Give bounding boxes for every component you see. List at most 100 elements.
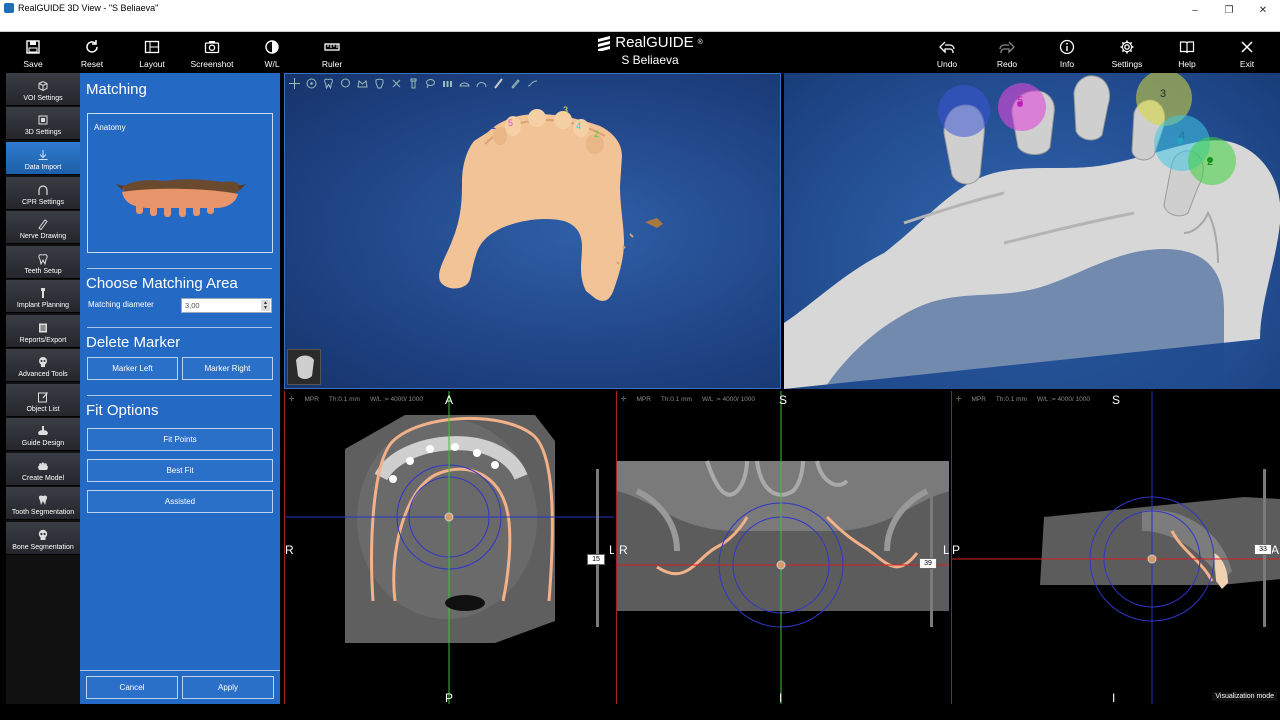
marker-small-4: 4 — [576, 121, 581, 131]
tooth-orientation-icon — [296, 355, 314, 379]
orientation-left: R — [619, 543, 628, 557]
slice-number-badge[interactable]: 39 — [919, 558, 937, 569]
nav-tooth-segmentation[interactable]: Tooth Segmentation — [6, 487, 80, 520]
redo-button[interactable]: Redo — [977, 32, 1037, 73]
redo-icon — [999, 41, 1015, 54]
help-button[interactable]: Help — [1157, 32, 1217, 73]
nav-voi-settings[interactable]: VOI Settings — [6, 73, 80, 106]
divider — [87, 327, 272, 328]
undo-label: Undo — [936, 59, 958, 69]
marker-small-2: 2 — [594, 129, 599, 139]
nav-label: Reports/Export — [19, 337, 67, 344]
orientation-top: A — [445, 393, 454, 407]
cancel-button[interactable]: Cancel — [86, 676, 178, 699]
apply-button[interactable]: Apply — [182, 676, 274, 699]
save-icon — [26, 40, 40, 54]
settings-button[interactable]: Settings — [1097, 32, 1157, 73]
nav-3d-settings[interactable]: 3D Settings — [6, 107, 80, 140]
orientation-bottom: P — [445, 691, 454, 704]
marker-left-button[interactable]: Marker Left — [87, 357, 178, 380]
nav-guide-design[interactable]: Guide Design — [6, 418, 80, 451]
fit-points-button[interactable]: Fit Points — [87, 428, 273, 451]
close-window-button[interactable]: ✕ — [1246, 0, 1280, 20]
bone-3d-viewport[interactable]: 5 3 4 2 — [784, 73, 1280, 389]
bone-model: 5 3 4 2 — [784, 73, 1280, 389]
orientation-top: S — [1112, 393, 1121, 407]
nav-label: Data Import — [24, 164, 62, 171]
orientation-left: R — [285, 543, 294, 557]
fit-options-heading: Fit Options — [86, 402, 159, 419]
nav-nerve-drawing[interactable]: Nerve Drawing — [6, 211, 80, 244]
scan-model: 1 5 3 4 2 — [439, 105, 663, 301]
marker-large-3: 3 — [1160, 88, 1166, 100]
axial-ct-image — [285, 391, 614, 704]
jaw-thumbnail — [116, 179, 246, 217]
undo-icon — [939, 41, 955, 54]
save-button[interactable]: Save — [3, 32, 63, 73]
nav-bone-segmentation[interactable]: Bone Segmentation — [6, 522, 80, 555]
reset-button[interactable]: Reset — [62, 32, 122, 73]
nav-implant-planning[interactable]: Implant Planning — [6, 280, 80, 313]
camera-icon — [204, 41, 220, 54]
report-icon — [39, 323, 47, 333]
brand-mark: ® — [697, 39, 703, 46]
assisted-button[interactable]: Assisted — [87, 490, 273, 513]
brand-name: RealGUIDE — [615, 34, 694, 51]
choose-area-heading: Choose Matching Area — [86, 275, 238, 292]
nav-create-model[interactable]: Create Model — [6, 453, 80, 486]
exit-button[interactable]: Exit — [1217, 32, 1277, 73]
nav-label: VOI Settings — [23, 95, 63, 102]
nav-label: Object List — [26, 406, 60, 413]
ruler-button[interactable]: Ruler — [302, 32, 362, 73]
settings-label: Settings — [1111, 59, 1143, 69]
3d-orientation-thumbnail[interactable] — [287, 349, 321, 385]
model-icon — [38, 462, 48, 470]
close-icon — [1241, 41, 1253, 53]
matching-panel: Matching Anatomy Choose Matching Area Ma… — [80, 73, 280, 704]
marker-large-5: 5 — [1017, 95, 1023, 107]
cross-section-viewport[interactable]: ✛ MPR Th:0.1 mm W/L := 4000/ 1000 S I P … — [951, 391, 1280, 704]
nav-data-import[interactable]: Data Import — [6, 142, 80, 175]
layout-button[interactable]: Layout — [122, 32, 182, 73]
diameter-value: 3,00 — [185, 301, 200, 310]
brand-block: RealGUIDE ® S Beliaeva — [560, 34, 740, 67]
help-label: Help — [1178, 59, 1196, 69]
visualization-mode-label[interactable]: Visualization mode — [1212, 692, 1277, 701]
cpr-ct-image — [617, 391, 949, 704]
nav-teeth-setup[interactable]: Teeth Setup — [6, 246, 80, 279]
maximize-button[interactable]: ❐ — [1212, 0, 1246, 20]
marker-small-1: 1 — [491, 121, 496, 131]
divider — [87, 268, 272, 269]
skull-icon — [39, 357, 47, 367]
slice-number-badge[interactable]: 15 — [587, 554, 605, 565]
screenshot-button[interactable]: Screenshot — [182, 32, 242, 73]
panel-footer: Cancel Apply — [80, 670, 280, 704]
nav-cpr-settings[interactable]: CPR Settings — [6, 177, 80, 210]
axial-viewport[interactable]: ✛ MPR Th:0.1 mm W/L := 4000/ 1000 A P R … — [284, 391, 614, 704]
nav-label: CPR Settings — [21, 199, 65, 206]
wl-button[interactable]: W/L — [242, 32, 302, 73]
marker-small-5: 5 — [508, 118, 513, 128]
reset-label: Reset — [80, 59, 104, 69]
diameter-stepper[interactable]: ▲ ▼ — [261, 300, 270, 311]
orientation-bottom: I — [779, 691, 783, 704]
scan-3d-viewport[interactable]: 1 5 3 4 2 — [284, 73, 781, 389]
undo-button[interactable]: Undo — [917, 32, 977, 73]
nav-object-list[interactable]: Object List — [6, 384, 80, 417]
guide-icon — [38, 426, 48, 435]
nav-reports-export[interactable]: Reports/Export — [6, 315, 80, 348]
slice-number-badge[interactable]: 33 — [1254, 544, 1272, 555]
delete-marker-heading: Delete Marker — [86, 334, 181, 351]
cpr-viewport[interactable]: ✛ MPR Th:0.1 mm W/L := 4000/ 1000 S I R … — [616, 391, 949, 704]
diameter-input[interactable]: 3,00 ▲ ▼ — [181, 298, 272, 313]
orientation-right: L — [943, 543, 949, 557]
panel-title: Matching — [86, 81, 147, 98]
nav-label: Tooth Segmentation — [11, 509, 75, 516]
best-fit-button[interactable]: Best Fit — [87, 459, 273, 482]
marker-right-button[interactable]: Marker Right — [182, 357, 273, 380]
arch-icon — [38, 185, 48, 195]
info-button[interactable]: Info — [1037, 32, 1097, 73]
nav-advanced-tools[interactable]: Advanced Tools — [6, 349, 80, 382]
info-label: Info — [1059, 59, 1075, 69]
minimize-button[interactable]: – — [1178, 0, 1212, 20]
